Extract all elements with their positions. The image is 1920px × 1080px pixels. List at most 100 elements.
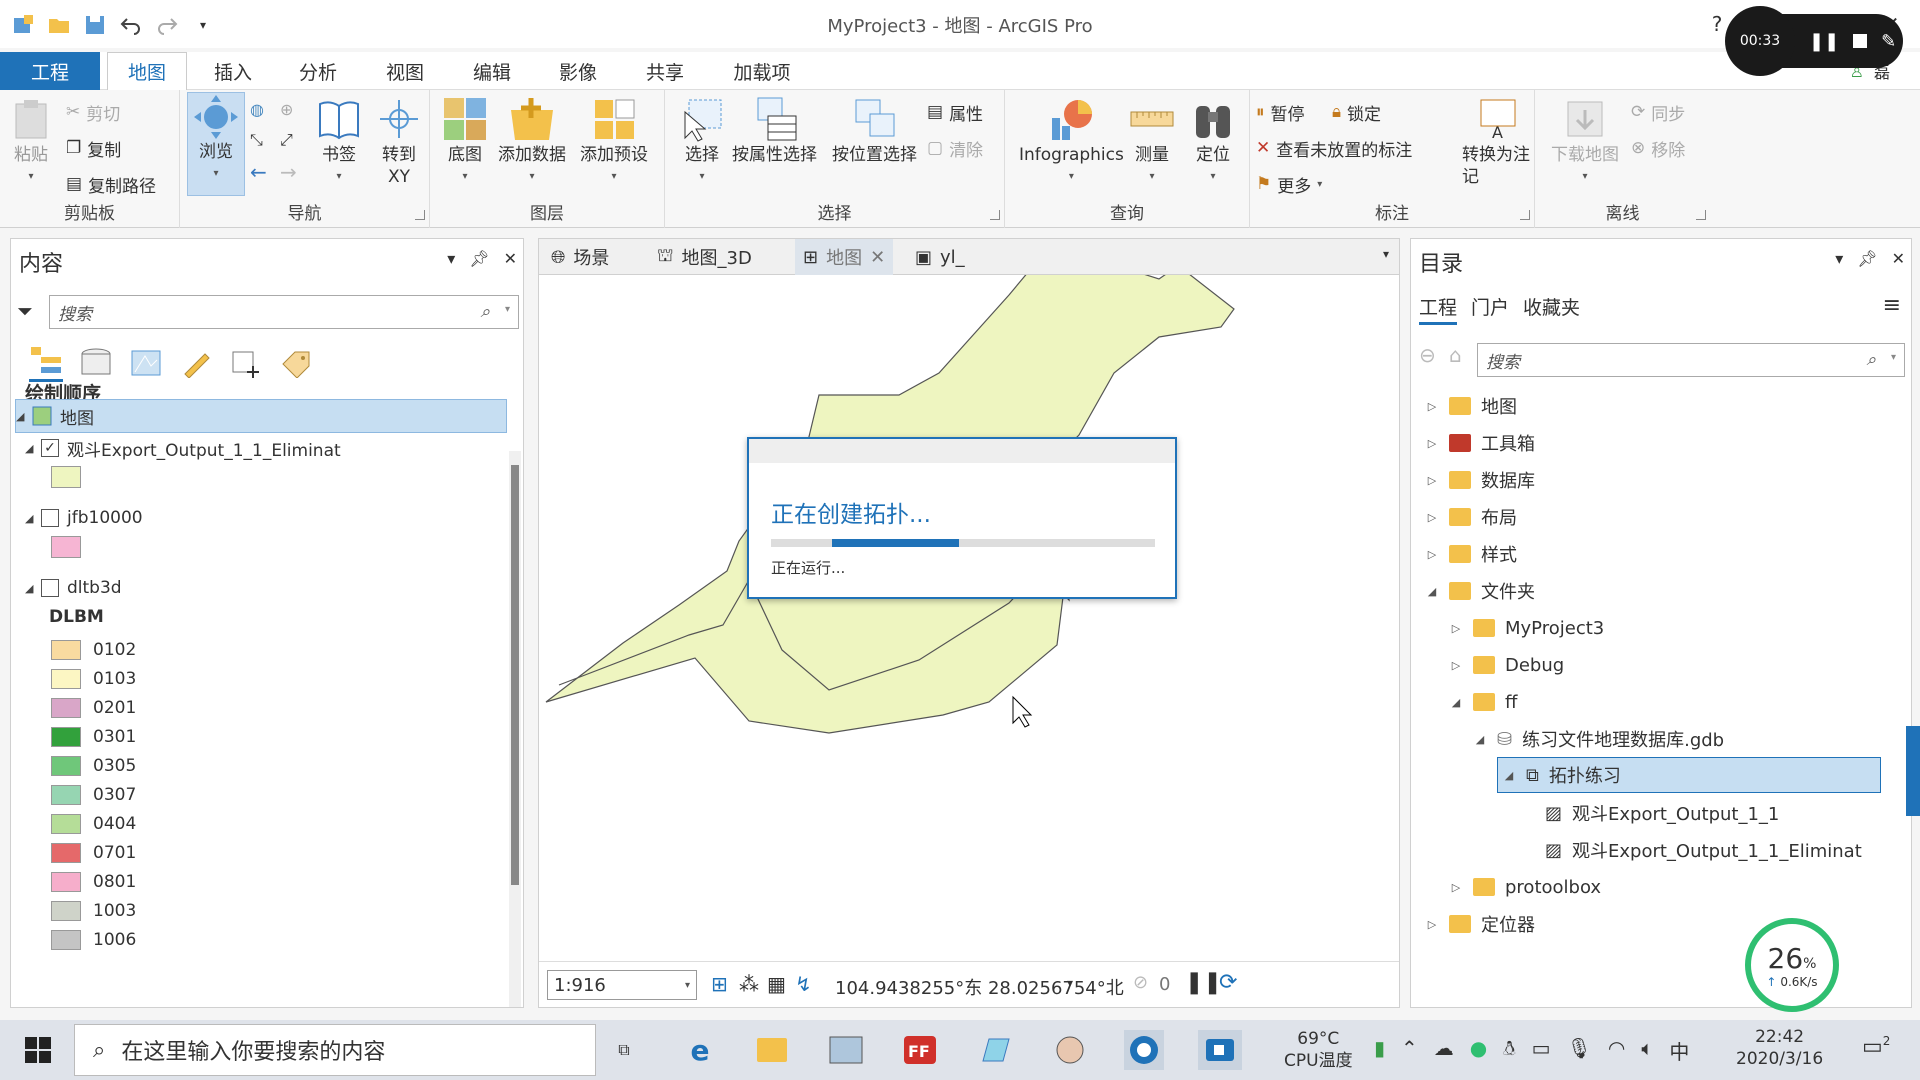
qq-icon[interactable]: 🐧︎ [1503, 1036, 1515, 1065]
map-canvas[interactable] [539, 275, 1399, 961]
close-pane-icon[interactable]: ✕ [504, 249, 517, 268]
map-root-row[interactable]: ◢ 地图 [15, 399, 507, 433]
search-options-icon[interactable]: ▾ [1891, 352, 1896, 363]
list-by-selection-icon[interactable] [129, 348, 163, 378]
volume-icon[interactable]: 🔈︎ [1641, 1036, 1653, 1065]
expand-icon[interactable]: ▷ [1425, 548, 1439, 561]
tab-analysis[interactable]: 分析 [288, 52, 348, 90]
paste-button[interactable]: 粘贴 ▾ [8, 96, 54, 188]
clock[interactable]: 22:42 2020/3/16 [1736, 1026, 1823, 1070]
legend-item[interactable]: 0102 [51, 635, 136, 664]
tab-edit[interactable]: 编辑 [462, 52, 522, 90]
expand-icon[interactable]: ▷ [1425, 437, 1439, 450]
list-by-editing-icon[interactable] [179, 348, 213, 378]
tab-view[interactable]: 视图 [375, 52, 435, 90]
pause-drawing-icon[interactable]: ❚❚ [1185, 970, 1222, 995]
next-extent-icon[interactable]: → [280, 160, 297, 184]
legend-item[interactable]: 0404 [51, 809, 136, 838]
catalog-item-topology-dataset[interactable]: ◢ ⧉ 拓扑练习 [1497, 757, 1881, 793]
measure-button[interactable]: 测量 ▾ [1129, 96, 1175, 188]
copy-path-button[interactable]: ▤ 复制路径 [66, 170, 156, 198]
notification-center[interactable]: ▭2 [1862, 1034, 1890, 1059]
legend-item[interactable]: 1006 [51, 925, 136, 954]
cut-button[interactable]: ✂ 剪切 [66, 98, 120, 126]
layer-visibility-checkbox[interactable] [41, 579, 59, 597]
cloud-icon[interactable]: ☁ [1434, 1036, 1454, 1065]
collapse-icon[interactable]: ◢ [1425, 585, 1439, 598]
catalog-tab-project[interactable]: 工程 [1419, 293, 1458, 325]
table-icon[interactable]: ▦ [767, 972, 786, 996]
battery-icon[interactable]: ▮ [1374, 1036, 1385, 1065]
basemap-button[interactable]: 底图 ▾ [442, 96, 488, 188]
list-by-labeling-icon[interactable] [279, 348, 313, 378]
infographics-button[interactable]: Infographics ▾ [1019, 96, 1124, 188]
app-icon[interactable] [976, 1030, 1016, 1070]
tab-map[interactable]: 地图 [107, 52, 187, 90]
pane-menu-icon[interactable]: ▾ [447, 249, 455, 268]
tray-app-icon[interactable]: ● [1470, 1036, 1487, 1065]
tab-layout-yl[interactable]: ▣ yl_ [907, 239, 973, 275]
foxit-icon[interactable]: FF [900, 1030, 940, 1070]
expand-icon[interactable]: ▷ [1449, 622, 1463, 635]
scale-selector[interactable]: 1:916 ▾ [547, 970, 697, 1000]
edge-icon[interactable]: e [680, 1030, 720, 1070]
more-labels-button[interactable]: ⚑ 更多 ▾ [1256, 170, 1322, 198]
collapse-icon[interactable]: ◢ [25, 442, 41, 455]
collapse-icon[interactable]: ◢ [1502, 769, 1516, 782]
wifi-icon[interactable]: ◠ [1608, 1036, 1625, 1065]
grid-icon[interactable]: ⁂ [739, 972, 759, 996]
side-scroll-indicator[interactable] [1906, 726, 1920, 816]
home-icon[interactable]: ⌂ [1449, 343, 1462, 367]
lock-labels-button[interactable]: 🔒︎ 锁定 [1332, 98, 1381, 126]
cpu-temperature[interactable]: 69°C CPU温度 [1284, 1028, 1353, 1072]
tab-map-3d[interactable]: ⛫ 地图_3D [649, 239, 760, 275]
catalog-tab-favorites[interactable]: 收藏夹 [1523, 293, 1580, 325]
legend-item[interactable]: 0801 [51, 867, 136, 896]
layer-visibility-checkbox[interactable] [41, 509, 59, 527]
catalog-item-layouts[interactable]: ▷ 布局 [1425, 502, 1517, 532]
dialog-launcher[interactable] [1696, 210, 1706, 220]
dialog-launcher[interactable] [990, 210, 1000, 220]
zoom-out-fixed-icon[interactable]: ⤢ [280, 130, 293, 150]
layer-row[interactable]: ◢ dltb3d [25, 573, 122, 603]
dialog-title-bar[interactable] [749, 439, 1175, 463]
close-tab-icon[interactable]: ✕ [870, 247, 885, 268]
download-map-button[interactable]: 下载地图 ▾ [1551, 96, 1619, 188]
list-by-drawing-order-icon[interactable] [29, 345, 63, 382]
collapse-icon[interactable]: ◢ [1449, 696, 1463, 709]
expand-icon[interactable]: ▷ [1425, 511, 1439, 524]
legend-item[interactable]: 0305 [51, 751, 136, 780]
catalog-search-input[interactable]: 搜索 ⌕ ▾ [1477, 343, 1905, 377]
catalog-item-toolboxes[interactable]: ▷ 工具箱 [1425, 428, 1535, 458]
expand-icon[interactable]: ▷ [1449, 881, 1463, 894]
start-button[interactable] [18, 1030, 58, 1070]
legend-item[interactable]: 0201 [51, 693, 136, 722]
task-view-icon[interactable]: ⧉ [604, 1030, 644, 1070]
tab-list-dropdown-icon[interactable]: ▾ [1383, 247, 1389, 261]
catalog-item-ff[interactable]: ◢ ff [1449, 687, 1518, 717]
tab-share[interactable]: 共享 [635, 52, 695, 90]
layer-symbol-swatch[interactable] [51, 466, 81, 488]
pen-icon[interactable]: ✎ [1881, 31, 1896, 52]
remove-button[interactable]: ⊗ 移除 [1631, 134, 1685, 162]
catalog-item-styles[interactable]: ▷ 样式 [1425, 539, 1517, 569]
north-arrow-icon[interactable]: ↯ [795, 972, 812, 996]
chat-app-icon[interactable] [1050, 1030, 1090, 1070]
explore-button[interactable]: 浏览 ▾ [187, 92, 245, 196]
layer-row[interactable]: ◢ ✓ 观斗Export_Output_1_1_Eliminat [25, 433, 341, 463]
legend-item[interactable]: 1003 [51, 896, 136, 925]
legend-item[interactable]: 0307 [51, 780, 136, 809]
add-preset-button[interactable]: 添加预设 ▾ [580, 96, 648, 188]
expand-icon[interactable]: ▷ [1425, 918, 1439, 931]
microphone-icon[interactable]: 🎙︎ [1566, 1036, 1591, 1065]
file-explorer-icon[interactable] [752, 1030, 792, 1070]
pane-menu-icon[interactable]: ▾ [1835, 249, 1843, 268]
select-by-location-button[interactable]: 按位置选择 [832, 96, 917, 166]
pause-recording-icon[interactable]: ❚❚ [1809, 31, 1839, 52]
previous-extent-icon[interactable]: ← [250, 160, 267, 184]
fixed-zoom-icon[interactable]: ⊕ [280, 100, 293, 119]
tab-imagery[interactable]: 影像 [548, 52, 608, 90]
catalog-item-maps[interactable]: ▷ 地图 [1425, 391, 1517, 421]
layer-row[interactable]: ◢ jfb10000 [25, 503, 143, 533]
search-options-icon[interactable]: ▾ [505, 304, 510, 315]
